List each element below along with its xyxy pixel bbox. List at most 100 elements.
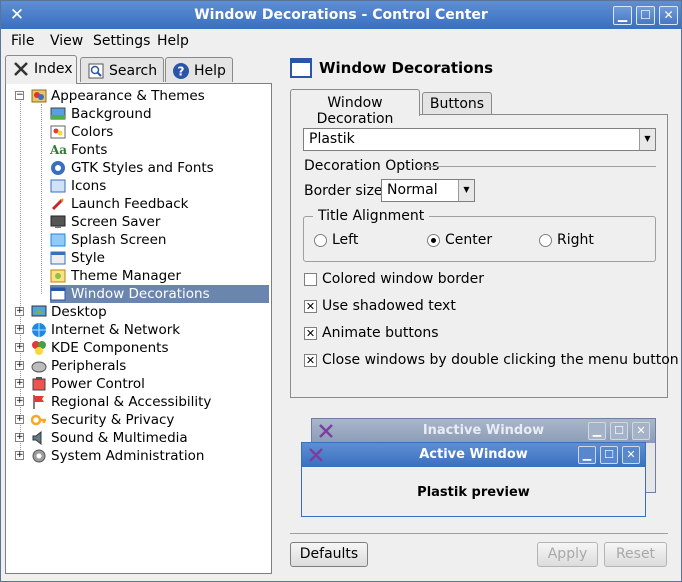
maximize-button[interactable]: ☐ [636, 6, 655, 25]
internet-network-icon [32, 323, 46, 337]
peripherals-icon [31, 361, 47, 373]
system-administration-icon [32, 449, 46, 463]
radio-left-label: Left [332, 232, 359, 248]
index-icon [14, 62, 28, 76]
tab-help[interactable]: ? Help [165, 57, 233, 82]
tree-item-background[interactable]: Background [6, 105, 271, 123]
radio-center[interactable] [427, 234, 440, 247]
fonts-icon: Aa [50, 143, 68, 157]
expand-toggle[interactable]: + [15, 343, 24, 352]
minimize-button[interactable]: ▁ [613, 6, 632, 25]
tree-item-gtk-styles[interactable]: GTK Styles and Fonts [6, 159, 271, 177]
animate-buttons-checkbox[interactable]: ✕ [304, 327, 317, 340]
shadowed-text-label: Use shadowed text [322, 298, 456, 314]
expand-toggle[interactable]: + [15, 379, 24, 388]
chevron-down-icon: ▼ [458, 180, 474, 201]
radio-right[interactable] [539, 234, 552, 247]
tree-item-appearance-themes[interactable]: − Appearance & Themes [6, 87, 271, 105]
border-size-select[interactable]: Normal ▼ [381, 179, 475, 202]
window-decorations-icon [50, 287, 66, 301]
animate-buttons-label: Animate buttons [322, 325, 439, 341]
launch-feedback-icon [51, 198, 64, 211]
reset-button[interactable]: Reset [604, 542, 667, 567]
tree-item-internet-network[interactable]: + Internet & Network [6, 321, 271, 339]
tree-item-splash-screen[interactable]: Splash Screen [6, 231, 271, 249]
tree-item-screen-saver[interactable]: Screen Saver [6, 213, 271, 231]
svg-text:?: ? [178, 65, 185, 79]
sound-multimedia-icon [32, 430, 42, 446]
section-divider [420, 166, 656, 167]
module-title: Window Decorations [319, 59, 494, 77]
decoration-panel: Plastik ▼ Decoration Options Border size… [290, 114, 679, 398]
icons-icon [50, 179, 66, 193]
tree-item-sound-multimedia[interactable]: + Sound & Multimedia [6, 429, 271, 447]
colored-border-label: Colored window border [322, 271, 484, 287]
preview-minimize-icon: ▁ [588, 422, 606, 440]
preview-body-text: Plastik preview [417, 485, 530, 500]
tree-item-icons[interactable]: Icons [6, 177, 271, 195]
x-logo-icon [309, 448, 323, 462]
title-alignment-label: Title Alignment [313, 208, 430, 224]
x-logo-icon [319, 424, 333, 438]
tree-item-desktop[interactable]: + Desktop [6, 303, 271, 321]
power-control-icon [32, 377, 46, 391]
screen-saver-icon [50, 215, 66, 228]
tree-item-peripherals[interactable]: + Peripherals [6, 357, 271, 375]
double-click-close-checkbox[interactable]: ✕ [304, 354, 317, 367]
colored-border-checkbox[interactable] [304, 273, 317, 286]
apply-button[interactable]: Apply [537, 542, 598, 567]
kde-components-icon [32, 341, 46, 355]
expand-toggle[interactable]: + [15, 361, 24, 370]
chevron-down-icon: ▼ [639, 129, 655, 150]
title-bar[interactable]: ✕ Window Decorations - Control Center ▁ … [1, 1, 681, 29]
expand-toggle[interactable]: + [15, 433, 24, 442]
preview-maximize-icon: ☐ [600, 446, 618, 464]
menu-settings[interactable]: Settings [93, 33, 150, 49]
window-decorations-icon [290, 58, 312, 78]
decoration-select[interactable]: Plastik ▼ [303, 128, 656, 151]
expand-toggle[interactable]: + [15, 415, 24, 424]
expand-toggle[interactable]: + [15, 397, 24, 406]
module-tree[interactable]: − Appearance & Themes Background Colors … [5, 83, 272, 574]
tree-item-power-control[interactable]: + Power Control [6, 375, 271, 393]
security-privacy-icon [31, 414, 46, 426]
help-icon: ? [173, 63, 189, 79]
tree-item-security-privacy[interactable]: + Security & Privacy [6, 411, 271, 429]
preview-minimize-icon: ▁ [578, 446, 596, 464]
expand-toggle[interactable]: + [15, 325, 24, 334]
radio-left[interactable] [314, 234, 327, 247]
gtk-icon [51, 161, 65, 175]
tree-item-window-decorations[interactable]: Window Decorations [50, 285, 269, 303]
colors-icon [50, 125, 66, 139]
decoration-options-title: Decoration Options [304, 158, 440, 174]
splash-screen-icon [50, 233, 66, 247]
tab-buttons[interactable]: Buttons [422, 92, 492, 114]
menu-file[interactable]: File [11, 33, 34, 49]
tree-item-regional-accessibility[interactable]: + Regional & Accessibility [6, 393, 271, 411]
shadowed-text-checkbox[interactable]: ✕ [304, 300, 317, 313]
style-icon [50, 251, 66, 265]
tab-search[interactable]: Search [80, 57, 164, 82]
appearance-themes-icon [31, 89, 47, 103]
tree-item-fonts[interactable]: Aa Fonts [6, 141, 271, 159]
window-title: Window Decorations - Control Center [194, 7, 488, 23]
preview-close-icon: ✕ [632, 422, 650, 440]
close-button[interactable]: ✕ [659, 6, 678, 25]
radio-center-label: Center [445, 232, 493, 248]
expand-toggle[interactable]: + [15, 451, 24, 460]
defaults-button[interactable]: Defaults [290, 542, 368, 567]
collapse-toggle[interactable]: − [15, 91, 24, 100]
tab-index[interactable]: Index [5, 55, 77, 84]
tree-item-launch-feedback[interactable]: Launch Feedback [6, 195, 271, 213]
tree-item-style[interactable]: Style [6, 249, 271, 267]
menu-help[interactable]: Help [157, 33, 189, 49]
expand-toggle[interactable]: + [15, 307, 24, 316]
tree-item-colors[interactable]: Colors [6, 123, 271, 141]
menu-view[interactable]: View [50, 33, 83, 49]
tab-window-decoration[interactable]: Window Decoration [290, 89, 420, 127]
tree-item-theme-manager[interactable]: Theme Manager [6, 267, 271, 285]
tree-item-system-administration[interactable]: + System Administration [6, 447, 271, 465]
tree-item-kde-components[interactable]: + KDE Components [6, 339, 271, 357]
buttons-divider [290, 533, 668, 534]
theme-manager-icon [50, 269, 66, 283]
